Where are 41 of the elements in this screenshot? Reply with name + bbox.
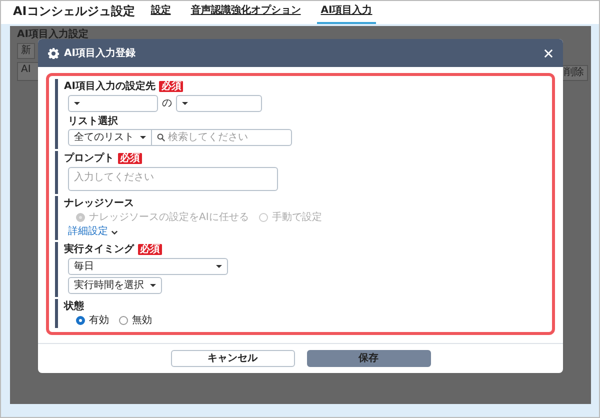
dropdown[interactable]: 全てのリスト xyxy=(68,129,152,146)
caret-icon xyxy=(140,136,146,139)
radio-button[interactable] xyxy=(119,316,128,325)
field-label: 実行タイミング xyxy=(64,243,134,256)
radio-option: 手動で設定 xyxy=(258,211,322,224)
details-link[interactable]: 詳細設定 xyxy=(68,226,118,238)
search-field[interactable]: 検索してください xyxy=(152,129,292,146)
joiner-text: の xyxy=(162,97,172,111)
chevron-icon xyxy=(111,230,118,234)
dropdown[interactable] xyxy=(68,95,158,112)
cancel-button[interactable]: キャンセル xyxy=(170,350,294,367)
caret-icon xyxy=(150,284,156,287)
required-tag: 必須 xyxy=(118,152,142,164)
field-label: 状態 xyxy=(64,300,84,313)
field-label: AI項目入力の設定先 xyxy=(64,80,156,93)
dropdown[interactable] xyxy=(176,95,262,112)
close-icon[interactable] xyxy=(544,48,553,58)
radio-option[interactable]: 無効 xyxy=(119,314,152,327)
required-tag: 必須 xyxy=(138,244,162,255)
modal-title: AI項目入力登録 xyxy=(64,46,136,60)
field-label: リスト選択 xyxy=(68,116,118,128)
radio-option: ナレッジソースの設定をAIに任せる xyxy=(76,211,249,224)
search-icon xyxy=(157,133,166,142)
tab[interactable]: 設定 xyxy=(146,3,175,24)
tab[interactable]: 音声認識強化オプション xyxy=(186,3,305,24)
required-tag: 必須 xyxy=(159,80,184,92)
page-title: AIコンシェルジュ設定 xyxy=(13,3,135,20)
tab[interactable]: AI項目入力 xyxy=(316,3,376,24)
text-area[interactable]: 入力してください xyxy=(68,167,278,191)
caret-icon xyxy=(216,265,222,268)
save-button[interactable]: 保存 xyxy=(306,350,430,367)
dropdown[interactable]: 実行時間を選択 xyxy=(68,277,162,294)
radio-button[interactable] xyxy=(76,316,85,325)
dropdown[interactable]: 毎日 xyxy=(68,258,228,275)
radio-option[interactable]: 有効 xyxy=(76,314,109,327)
caret-icon xyxy=(182,102,188,105)
field-label: ナレッジソース xyxy=(64,197,134,210)
field-label: プロンプト xyxy=(64,152,114,165)
section-heading: AI項目入力設定 xyxy=(17,29,90,40)
caret-icon xyxy=(74,102,80,105)
gear-icon xyxy=(48,48,59,58)
